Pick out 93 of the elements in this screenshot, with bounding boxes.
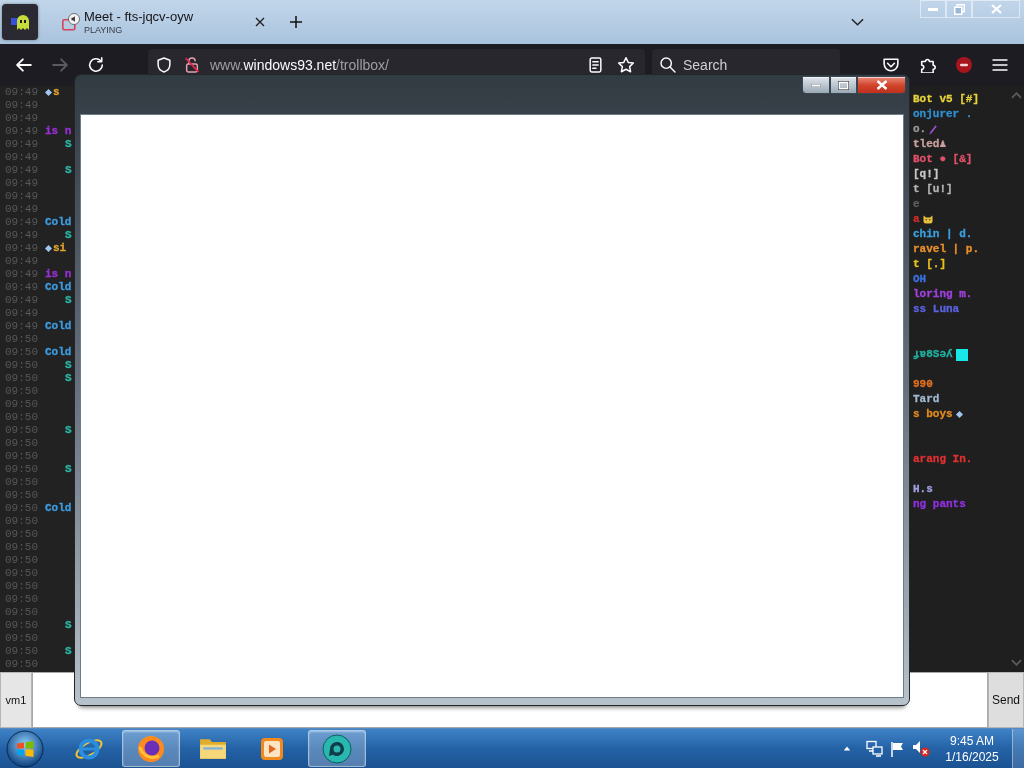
flag-icon[interactable] — [890, 740, 904, 757]
puzzle-piece-icon — [920, 57, 936, 73]
chat-message-text: S — [65, 229, 72, 242]
diamond-icon — [45, 245, 52, 252]
chat-message-text: S — [65, 424, 72, 437]
chat-nickname: Cold — [45, 216, 72, 229]
user-name[interactable]: Bot ● [&] — [913, 153, 973, 166]
chat-nickname: si — [53, 242, 67, 255]
restore-icon — [953, 3, 965, 15]
user-name[interactable]: t [.] — [913, 258, 946, 271]
ghost-icon — [11, 14, 29, 30]
user-name[interactable]: 990 — [913, 378, 933, 391]
folder-icon — [199, 736, 227, 761]
star-icon[interactable] — [618, 57, 634, 73]
scroll-up-icon[interactable] — [1010, 92, 1022, 99]
nick-button[interactable]: vm1 — [0, 672, 32, 728]
close-icon — [255, 17, 265, 27]
minimize-button[interactable] — [802, 76, 830, 94]
maximize-icon — [838, 80, 849, 90]
user-name[interactable]: chin | d. — [913, 228, 973, 241]
caret-up-icon[interactable] — [843, 746, 851, 751]
diamond-icon — [955, 411, 963, 418]
browser-tab[interactable]: Meet - fts-jqcv-oyw PLAYING — [46, 4, 282, 40]
speech-bubble-icon — [322, 733, 352, 764]
user-name[interactable]: t [u!] — [913, 183, 953, 196]
clock-date[interactable]: 1/16/2025 — [945, 748, 999, 765]
user-name[interactable]: s boys — [913, 408, 953, 421]
user-name[interactable]: arang In. — [913, 453, 973, 466]
new-tab-button[interactable] — [288, 14, 304, 30]
start-button[interactable] — [6, 729, 44, 768]
scroll-down-icon[interactable] — [1010, 659, 1022, 666]
chat-nickname: Cold — [45, 281, 72, 294]
diamond-icon — [45, 89, 52, 96]
arrow-right-icon — [52, 58, 68, 72]
document-icon[interactable] — [589, 57, 602, 73]
menu-icon — [992, 59, 1008, 71]
close-icon — [875, 80, 888, 90]
chat-message-text: S — [65, 164, 72, 177]
chat-message-text: S — [65, 294, 72, 307]
taskbar-button[interactable] — [308, 730, 366, 767]
user-name[interactable]: onjurer . — [913, 108, 973, 121]
close-tab-button[interactable] — [254, 16, 266, 28]
chat-nickname: Cold — [45, 320, 72, 333]
chat-nickname: is n — [45, 125, 72, 138]
round-badge-icon — [956, 57, 972, 73]
pinned-tab[interactable] — [2, 4, 38, 40]
user-name[interactable]: H.s — [913, 483, 933, 496]
chat-message-text: S — [65, 645, 72, 658]
chat-message-text: S — [65, 359, 72, 372]
arrow-left-icon — [16, 58, 32, 72]
close-button[interactable] — [857, 76, 906, 94]
plus-icon — [289, 15, 303, 29]
clock-time[interactable]: 9:45 AM — [950, 732, 994, 749]
close-icon — [990, 4, 1002, 14]
round-logo-icon — [137, 734, 165, 763]
start-orb-icon — [6, 729, 44, 768]
chat-nickname: s — [53, 86, 60, 99]
maximize-button[interactable] — [830, 76, 857, 94]
user-name[interactable]: OH — [913, 273, 927, 286]
user-name[interactable]: Tard — [913, 393, 940, 406]
chat-message-text: S — [65, 463, 72, 476]
search-icon — [660, 57, 676, 73]
user-name[interactable]: ravel | p. — [913, 243, 979, 256]
show-desktop-button[interactable] — [1012, 729, 1024, 768]
pencil-icon — [929, 124, 938, 135]
speaker-icon[interactable] — [912, 740, 930, 757]
chat-nickname: Cold — [45, 346, 72, 359]
send-button[interactable]: Send — [988, 672, 1024, 728]
minimize-icon — [928, 7, 938, 11]
reload-icon — [88, 57, 104, 73]
chat-message-text: S — [65, 138, 72, 151]
crossed-lock-icon — [184, 57, 200, 73]
user-name[interactable]: loring m. — [913, 288, 973, 301]
chevron-down-icon — [850, 18, 864, 26]
user-name[interactable]: [q!] — [913, 168, 940, 181]
shield-icon — [156, 57, 172, 73]
cat-face-icon — [922, 215, 933, 224]
tab-list-button[interactable] — [850, 17, 864, 27]
taskbar-button[interactable] — [122, 730, 180, 767]
chat-nickname: Cold — [45, 502, 72, 515]
square-icon — [955, 348, 968, 361]
user-name[interactable]: tled♟ — [913, 138, 947, 151]
user-name[interactable]: o. — [913, 123, 927, 136]
network-icon[interactable] — [866, 740, 883, 757]
user-name[interactable]: ɟɐ8Sǝʎ — [913, 348, 953, 361]
chat-nickname: is n — [45, 268, 72, 281]
user-name[interactable]: Bot v5 [#] — [913, 93, 979, 106]
chat-message-text: S — [65, 619, 72, 632]
user-name[interactable]: ss Luna — [913, 303, 960, 316]
play-icon — [260, 736, 284, 761]
pocket-icon — [883, 58, 899, 72]
chat-message-text: S — [65, 372, 72, 385]
screen-speaker-icon — [62, 13, 80, 31]
